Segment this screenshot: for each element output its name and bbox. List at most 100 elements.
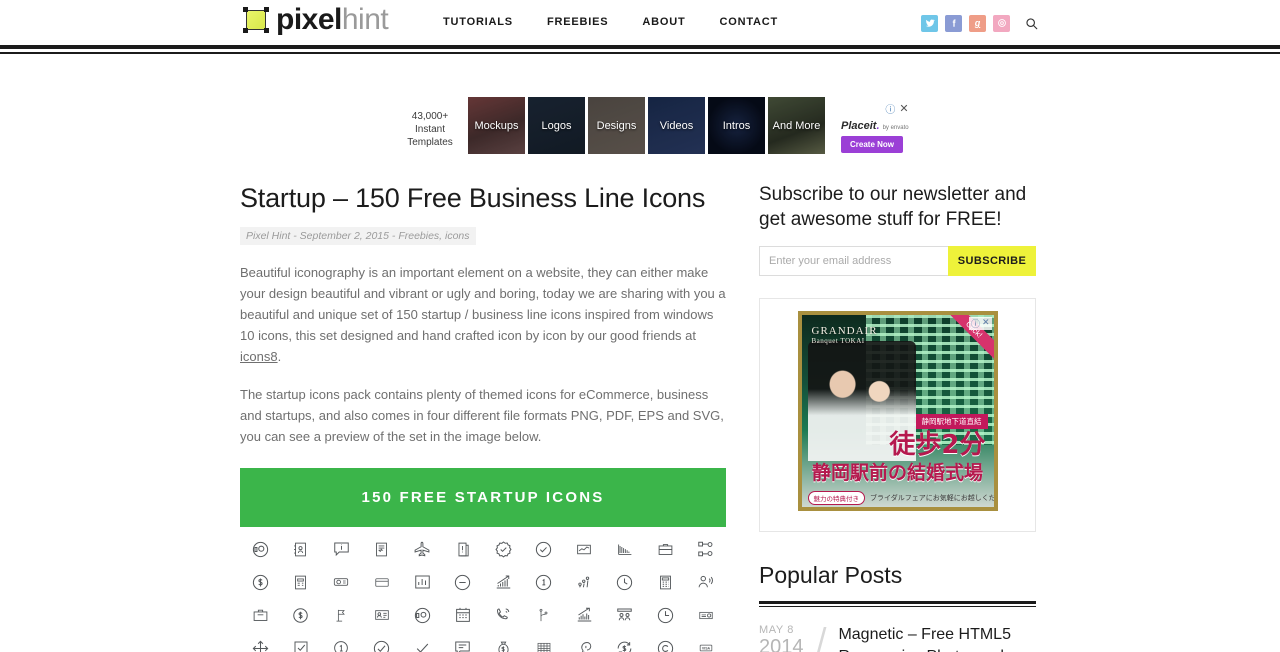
safe-vault-icon (693, 605, 719, 625)
phone-call-icon (490, 605, 516, 625)
ad-creative[interactable]: Click! GRANDAIR Banquet TOKAI 静岡駅地下道直結 徒… (797, 311, 998, 511)
check-round-icon (369, 638, 395, 652)
ad-thumb-label: Intros (722, 119, 751, 132)
post-date: MAY 8 2014 (759, 624, 817, 652)
bar-chart-icon (409, 572, 435, 592)
list-item[interactable]: MAY 8 2014 / Magnetic – Free HTML5 Respo… (759, 624, 1036, 652)
line-chart-icon (571, 539, 597, 559)
dollar-coin-icon (247, 572, 273, 592)
ad-thumbnail-row: Mockups Logos Designs Videos Intros And … (468, 97, 825, 154)
twitter-icon[interactable] (921, 14, 938, 32)
subscribe-button[interactable]: SUBSCRIBE (948, 246, 1036, 276)
flag-pole-icon (328, 605, 354, 625)
briefcase-alt-icon (247, 605, 273, 625)
sitemap-icon (693, 539, 719, 559)
ad-brand-by: by envato (882, 125, 909, 131)
ad-footer-note: ブライダルフェアにお気軽にお越しください。 (870, 495, 996, 502)
branch-icon (531, 605, 557, 625)
head-idea-icon (571, 638, 597, 652)
headset-person-icon (409, 605, 435, 625)
post-date-year: 2014 (759, 636, 804, 652)
paragraph-1-tail: . (277, 349, 282, 364)
article-paragraph-2: The startup icons pack contains plenty o… (240, 387, 724, 444)
facebook-icon[interactable] (945, 14, 962, 32)
site-logo[interactable]: pixelhint (243, 3, 389, 36)
content-wrapper: Startup – 150 Free Business Line Icons P… (240, 154, 1040, 652)
ad-thumb-label: And More (772, 119, 821, 132)
google-plus-icon[interactable]: g (969, 14, 986, 32)
search-icon[interactable] (1022, 14, 1040, 32)
nav-item-freebies[interactable]: FREEBIES (547, 16, 608, 28)
site-header: pixelhint TUTORIALS FREEBIES ABOUT CONTA… (0, 0, 1280, 45)
ad-brand-logo: GRANDAIR Banquet TOKAI (812, 325, 878, 345)
ad-choices-controls: ⓘ ✕ (885, 101, 908, 116)
newsletter-heading: Subscribe to our newsletter and get awes… (759, 184, 1027, 230)
presentation-icon (612, 605, 638, 625)
ad-headline-mid: 静岡駅前の結婚式場 (811, 462, 983, 484)
paragraph-1-text: Beautiful iconography is an important el… (240, 265, 726, 343)
page-root: pixelhint TUTORIALS FREEBIES ABOUT CONTA… (0, 0, 1280, 652)
document-icon (369, 539, 395, 559)
page-title: Startup – 150 Free Business Line Icons (240, 183, 706, 213)
top-advertisement[interactable]: 43,000+ Instant Templates Mockups Logos … (240, 54, 1040, 154)
receipt-icon (288, 572, 314, 592)
create-now-button[interactable]: Create Now (841, 136, 904, 153)
ad-thumb-and-more[interactable]: And More (768, 97, 825, 154)
ad-thumb-intros[interactable]: Intros (708, 97, 765, 154)
email-input[interactable] (759, 246, 948, 276)
info-bubble-icon (328, 539, 354, 559)
money-bag-icon (490, 638, 516, 652)
ad-brand-name: Placeit. by envato (841, 120, 909, 132)
sidebar-column: Subscribe to our newsletter and get awes… (759, 182, 1036, 652)
main-column: Startup – 150 Free Business Line Icons P… (240, 182, 726, 652)
logo-text-light: hint (341, 3, 389, 36)
money-roll-icon (328, 572, 354, 592)
post-date-month: MAY 8 (759, 624, 794, 636)
article-paragraph-1: Beautiful iconography is an important el… (240, 262, 726, 367)
ad-brand-sub: Banquet TOKAI (811, 337, 865, 345)
ad-templates-label: 43,000+ Instant Templates (400, 97, 460, 149)
person-speaking-icon (693, 572, 719, 592)
icon-preview-grid: VISA VIP (240, 539, 726, 652)
popular-posts-heading: Popular Posts (759, 562, 903, 588)
ad-footer-row: 魅力の特典付き ブライダルフェアにお気軽にお越しください。 (802, 491, 994, 505)
ad-label-line3: Templates (407, 137, 453, 148)
nav-item-contact[interactable]: CONTACT (719, 16, 778, 28)
ad-close-icon[interactable]: ✕ (982, 317, 990, 330)
move-arrows-icon (247, 638, 273, 652)
visa-card-icon: VISA (693, 638, 719, 652)
support-headset-icon (247, 539, 273, 559)
ad-close-icon[interactable]: ✕ (899, 102, 908, 115)
ad-info-icon[interactable]: ⓘ (971, 317, 980, 330)
icons8-link[interactable]: icons8 (240, 349, 278, 364)
logo-text-bold: pixel (276, 3, 342, 36)
verified-badge-icon (490, 539, 516, 559)
ad-thumb-designs[interactable]: Designs (588, 97, 645, 154)
svg-text:VISA: VISA (702, 647, 711, 651)
sidebar-advertisement[interactable]: Click! GRANDAIR Banquet TOKAI 静岡駅地下道直結 徒… (759, 298, 1036, 532)
clock-icon (652, 605, 678, 625)
instagram-icon[interactable] (993, 14, 1010, 32)
square-anchor-icon (243, 7, 269, 33)
alert-document-icon (450, 539, 476, 559)
calendar-icon (450, 605, 476, 625)
ad-brand-name: GRANDAIR (811, 325, 878, 337)
free-icons-banner: 150 FREE STARTUP ICONS (240, 468, 726, 527)
growth-chart-icon (490, 572, 516, 592)
popular-post-link[interactable]: Magnetic – Free HTML5 Responsive Photogr… (838, 624, 1036, 652)
ad-thumb-logos[interactable]: Logos (528, 97, 585, 154)
dollar-circle-icon (288, 605, 314, 625)
ad-thumb-label: Logos (541, 119, 572, 132)
checkmark-icon (409, 638, 435, 652)
ad-info-icon[interactable]: ⓘ (885, 101, 895, 116)
briefcase-icon (652, 539, 678, 559)
number-one-circle-icon (328, 638, 354, 652)
airplane-icon (409, 539, 435, 559)
bar-chart-declining-icon (612, 539, 638, 559)
coin-one-icon (531, 572, 557, 592)
nav-item-about[interactable]: ABOUT (642, 16, 685, 28)
ad-thumb-mockups[interactable]: Mockups (468, 97, 525, 154)
ad-thumb-videos[interactable]: Videos (648, 97, 705, 154)
address-book-icon (288, 539, 314, 559)
nav-item-tutorials[interactable]: TUTORIALS (443, 16, 513, 28)
